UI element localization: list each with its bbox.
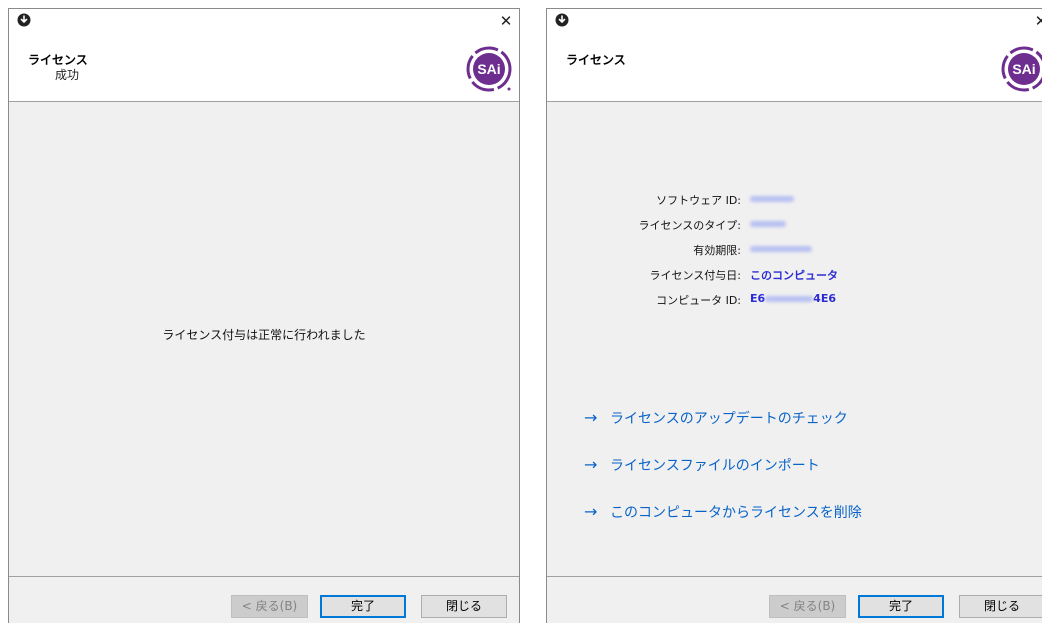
arrow-right-icon: → (584, 408, 598, 427)
software-id-row: ソフトウェア ID: (547, 192, 1042, 210)
check-update-link[interactable]: → ライセンスのアップデートのチェック (584, 408, 848, 428)
computer-id-prefix: E6 (750, 292, 766, 305)
computer-id-suffix: 4E6 (813, 292, 836, 305)
computer-id-label: コンピュータ ID: (656, 294, 741, 307)
licensed-to-row: ライセンス付与日: このコンピュータ (547, 267, 1042, 285)
expiry-row: 有効期限: (547, 242, 1042, 260)
software-id-label: ソフトウェア ID: (656, 194, 741, 207)
dialog-footer: < 戻る(B) 完了 閉じる (9, 577, 519, 623)
finish-button[interactable]: 完了 (320, 595, 406, 618)
header-title: ライセンス (566, 53, 626, 67)
back-button[interactable]: < 戻る(B) (769, 595, 846, 618)
licensed-to-value: このコンピュータ (750, 269, 838, 282)
close-button[interactable]: 閉じる (959, 595, 1042, 618)
arrow-right-icon: → (584, 455, 598, 474)
import-license-link[interactable]: → ライセンスファイルのインポート (584, 455, 820, 475)
expiry-label: 有効期限: (693, 244, 741, 257)
dialog-header: ライセンス SAi (547, 33, 1042, 101)
close-button[interactable]: 閉じる (421, 595, 507, 618)
content-area: ソフトウェア ID: ライセンスのタイプ: 有効期限: ライセンス付与日: この… (547, 102, 1042, 576)
close-icon[interactable]: ✕ (1028, 9, 1042, 33)
svg-text:SAi: SAi (477, 61, 500, 77)
finish-button[interactable]: 完了 (858, 595, 944, 618)
download-icon (17, 13, 31, 27)
sai-logo-icon: SAi (466, 46, 512, 92)
check-update-label: ライセンスのアップデートのチェック (610, 411, 848, 427)
arrow-right-icon: → (584, 502, 598, 521)
title-bar: ✕ (547, 9, 1042, 33)
dialog-footer: < 戻る(B) 完了 閉じる (547, 577, 1042, 623)
license-type-value (750, 217, 786, 230)
svg-text:SAi: SAi (1012, 61, 1035, 77)
close-icon[interactable]: ✕ (493, 9, 519, 33)
title-bar: ✕ (9, 9, 519, 33)
dialog-header: ライセンス 成功 SAi (9, 33, 519, 101)
license-type-row: ライセンスのタイプ: (547, 217, 1042, 235)
computer-id-value: E6 4E6 (750, 292, 836, 305)
header-subtitle: 成功 (55, 68, 80, 82)
back-button[interactable]: < 戻る(B) (231, 595, 308, 618)
import-license-label: ライセンスファイルのインポート (610, 458, 820, 474)
remove-license-link[interactable]: → このコンピュータからライセンスを削除 (584, 502, 862, 522)
license-info-dialog: ✕ ライセンス SAi ソフトウェア ID: ライセンスのタイプ: 有効期限: … (546, 8, 1042, 623)
computer-id-row: コンピュータ ID: E6 4E6 (547, 292, 1042, 310)
license-type-label: ライセンスのタイプ: (638, 219, 742, 232)
expiry-value (750, 242, 812, 255)
content-area: ライセンス付与は正常に行われました (9, 102, 519, 576)
license-success-dialog: ✕ ライセンス 成功 SAi ライセンス付与は正常に行われました < 戻る(B)… (8, 8, 520, 623)
success-message: ライセンス付与は正常に行われました (162, 328, 366, 342)
licensed-to-label: ライセンス付与日: (649, 269, 742, 282)
software-id-value (750, 192, 794, 205)
remove-license-label: このコンピュータからライセンスを削除 (610, 505, 862, 521)
download-icon (555, 13, 569, 27)
sai-logo-icon: SAi (1001, 46, 1042, 92)
